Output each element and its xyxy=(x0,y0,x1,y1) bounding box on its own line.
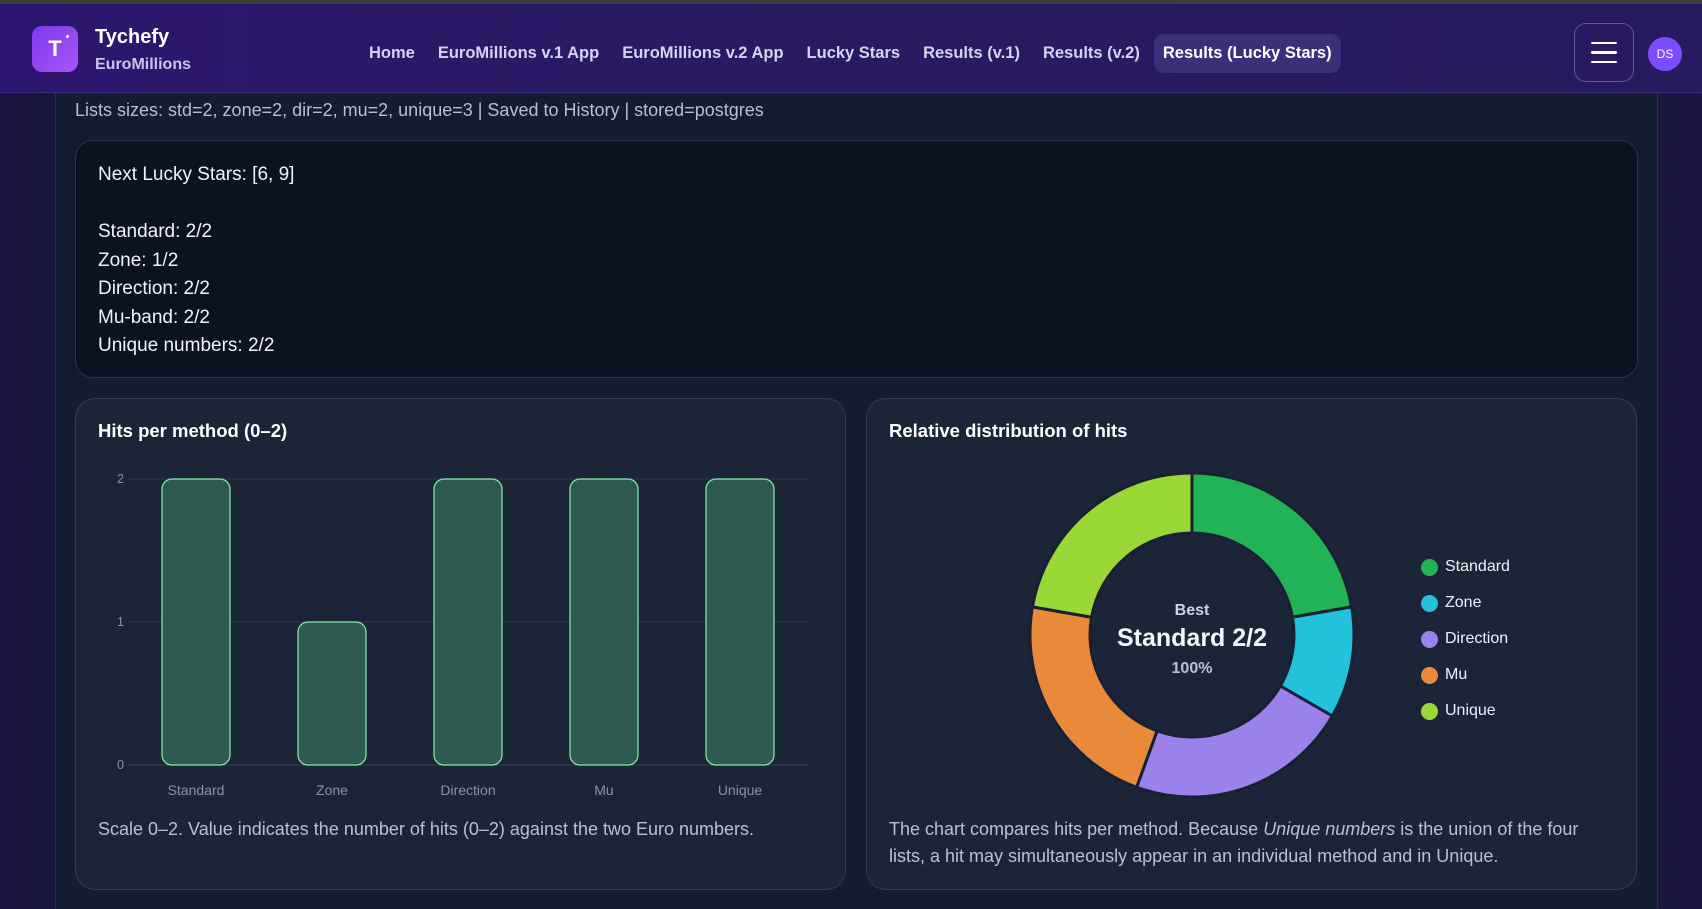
legend-swatch xyxy=(1421,666,1438,684)
hamburger-icon-bar xyxy=(1591,51,1617,54)
legend-label: Unique xyxy=(1445,702,1496,719)
result-unique: Unique numbers: 2/2 xyxy=(98,335,275,356)
brand-logo[interactable]: T xyxy=(32,26,78,72)
legend-swatch xyxy=(1421,630,1438,648)
result-spacer xyxy=(98,191,1615,220)
legend-item-zone[interactable]: Zone xyxy=(1421,585,1510,621)
donut-slice-direction[interactable] xyxy=(1134,683,1335,799)
footnote-text-a: The chart compares hits per method. Beca… xyxy=(889,819,1264,839)
y-tick-label: 2 xyxy=(117,472,124,486)
hits-bar-chart: 0 1 2 Standard Zone Direction Mu Unique xyxy=(117,472,808,798)
lucky-stars-result-box: Next Lucky Stars: [6, 9] Standard: 2/2 Z… xyxy=(75,140,1638,378)
footnote-emphasis: Unique numbers xyxy=(1263,819,1396,839)
bar-standard[interactable] xyxy=(161,478,231,766)
result-mu-band: Mu-band: 2/2 xyxy=(98,306,210,328)
x-tick-label-direction: Direction xyxy=(440,782,495,798)
donut-legend: Standard Zone Direction Mu Unique xyxy=(1421,549,1510,729)
brand-name[interactable]: Tychefy xyxy=(95,26,169,49)
y-tick-label: 1 xyxy=(117,615,124,629)
x-tick-label-standard: Standard xyxy=(168,782,225,798)
bar-direction[interactable] xyxy=(433,478,503,766)
next-lucky-stars: Next Lucky Stars: [6, 9] xyxy=(98,164,295,185)
donut-chart-footnote: The chart compares hits per method. Beca… xyxy=(889,816,1619,870)
result-standard: Standard: 2/2 xyxy=(98,221,213,242)
legend-item-direction[interactable]: Direction xyxy=(1421,621,1510,657)
legend-label: Zone xyxy=(1445,594,1482,611)
user-avatar[interactable]: DS xyxy=(1648,37,1682,71)
nav-results-v2[interactable]: Results (v.2) xyxy=(1034,34,1149,73)
top-navbar: T Tychefy EuroMillions Home EuroMillions… xyxy=(0,4,1702,93)
nav-euromillions-v2-app[interactable]: EuroMillions v.2 App xyxy=(613,34,792,73)
donut-slice-standard[interactable] xyxy=(1190,471,1354,620)
legend-swatch xyxy=(1421,558,1438,576)
bar-zone[interactable] xyxy=(297,621,367,766)
main-nav: Home EuroMillions v.1 App EuroMillions v… xyxy=(360,33,1346,73)
list-sizes-status: Lists sizes: std=2, zone=2, dir=2, mu=2,… xyxy=(75,100,764,120)
donut-center-percent: 100% xyxy=(1172,660,1213,677)
result-direction: Direction: 2/2 xyxy=(98,278,210,299)
donut-center-value: Standard 2/2 xyxy=(1117,624,1267,652)
legend-swatch xyxy=(1421,702,1438,720)
x-tick-label-zone: Zone xyxy=(316,782,348,798)
nav-home[interactable]: Home xyxy=(360,34,424,73)
brand-subtitle: EuroMillions xyxy=(95,56,191,73)
donut-center-label: Best xyxy=(1175,602,1210,619)
bar-chart-footnote: Scale 0–2. Value indicates the number of… xyxy=(98,819,755,839)
y-tick-label: 0 xyxy=(117,758,124,772)
x-tick-label-mu: Mu xyxy=(594,782,613,798)
brand-logo-letter: T xyxy=(48,36,62,61)
nav-results-v1[interactable]: Results (v.1) xyxy=(914,34,1029,73)
result-zone: Zone: 1/2 xyxy=(98,249,179,271)
hits-per-method-panel: Hits per method (0–2) 0 1 2 Standard Zone Dir… xyxy=(75,398,846,890)
brand-logo-dot xyxy=(66,35,69,38)
hamburger-menu-button[interactable] xyxy=(1574,23,1634,82)
donut-slice-unique[interactable] xyxy=(1030,471,1194,620)
nav-euromillions-v1-app[interactable]: EuroMillions v.1 App xyxy=(429,34,608,73)
legend-label: Mu xyxy=(1445,666,1468,683)
nav-results-lucky-stars[interactable]: Results (Lucky Stars) xyxy=(1153,33,1341,73)
legend-swatch xyxy=(1421,594,1438,612)
legend-item-unique[interactable]: Unique xyxy=(1421,693,1510,729)
hit-distribution-panel: Relative distribution of hits Best Stand… xyxy=(866,398,1637,890)
x-tick-label-unique: Unique xyxy=(718,782,763,798)
legend-label: Standard xyxy=(1445,558,1510,575)
bar-unique[interactable] xyxy=(705,478,775,766)
legend-label: Direction xyxy=(1445,630,1509,647)
legend-item-mu[interactable]: Mu xyxy=(1421,657,1510,693)
nav-lucky-stars[interactable]: Lucky Stars xyxy=(798,34,910,73)
hamburger-icon-bar xyxy=(1591,41,1617,45)
hamburger-icon-bar xyxy=(1591,60,1617,64)
hits-donut-chart: Best Standard 2/2 100% xyxy=(1028,471,1356,799)
legend-item-standard[interactable]: Standard xyxy=(1421,549,1510,585)
bar-mu[interactable] xyxy=(569,478,639,766)
